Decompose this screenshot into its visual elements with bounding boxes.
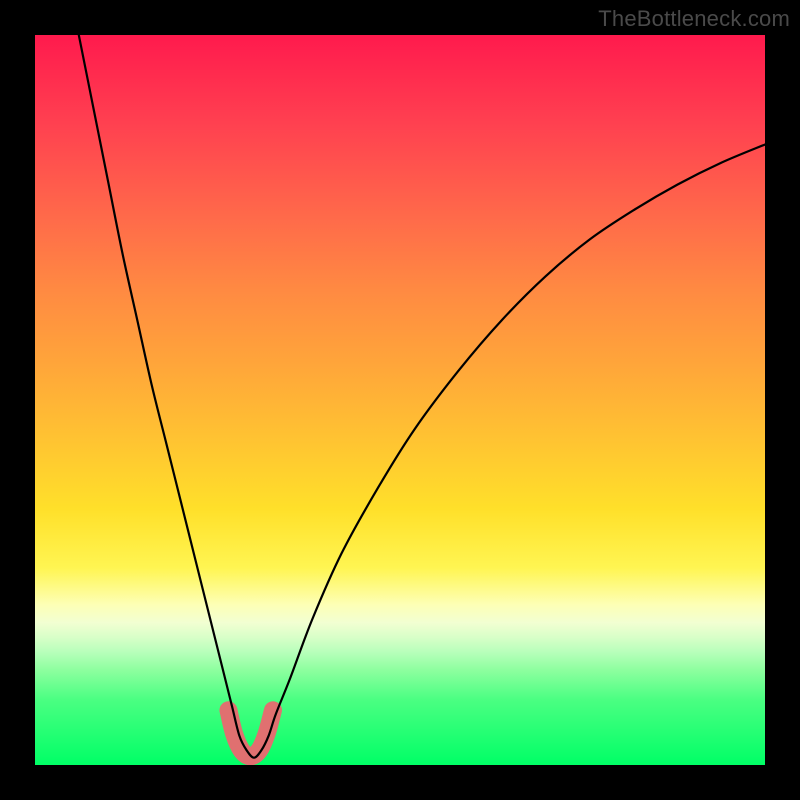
- bottleneck-curve: [79, 35, 765, 758]
- chart-frame: TheBottleneck.com: [0, 0, 800, 800]
- curve-layer: [35, 35, 765, 765]
- plot-area: [35, 35, 765, 765]
- watermark-text: TheBottleneck.com: [598, 6, 790, 32]
